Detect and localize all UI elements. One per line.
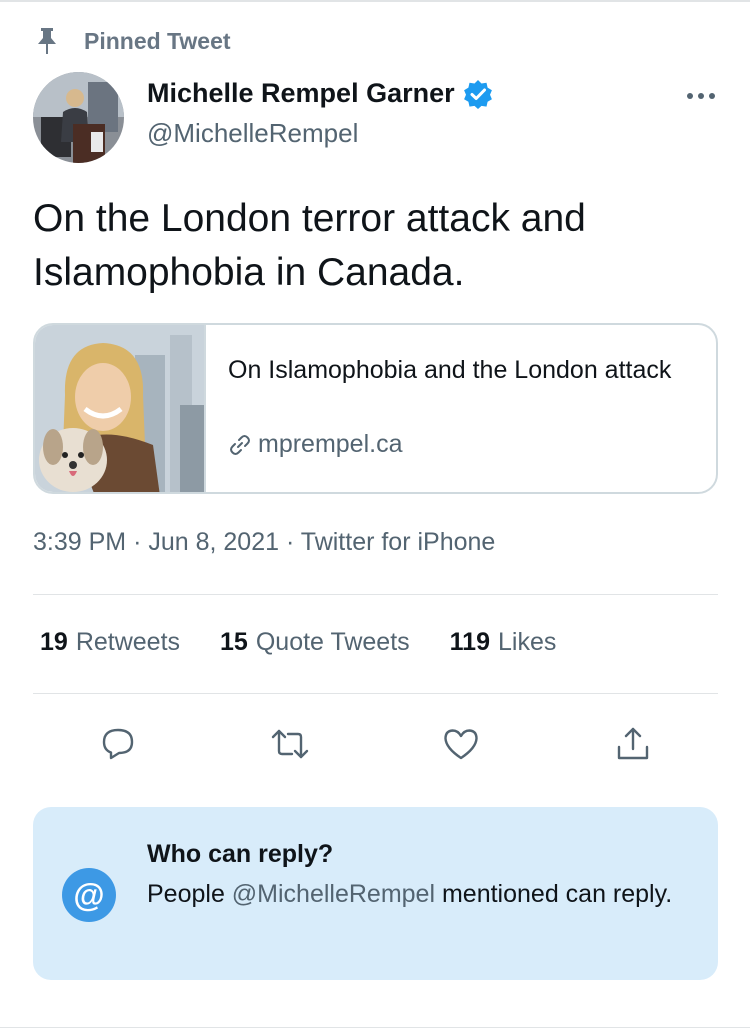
author-name[interactable]: Michelle Rempel Garner bbox=[147, 78, 493, 109]
link-card-image bbox=[35, 325, 204, 492]
reply-icon[interactable] bbox=[98, 724, 138, 764]
reply-body-prefix: People bbox=[147, 880, 232, 908]
quote-tweets-count: 15 bbox=[220, 628, 248, 656]
retweets-stat[interactable]: 19 Retweets bbox=[40, 628, 180, 657]
likes-label: Likes bbox=[497, 628, 557, 656]
tweet-source[interactable]: Twitter for iPhone bbox=[301, 528, 496, 556]
meta-separator: · bbox=[285, 528, 301, 556]
tweet-text: On the London terror attack and Islamoph… bbox=[33, 197, 586, 294]
divider bbox=[33, 594, 718, 595]
divider bbox=[33, 693, 718, 694]
tweet-meta: 3:39 PM · Jun 8, 2021 · Twitter for iPho… bbox=[33, 528, 495, 557]
retweet-icon[interactable] bbox=[270, 724, 310, 764]
at-icon: @ bbox=[62, 868, 116, 922]
top-divider bbox=[0, 0, 750, 2]
meta-separator: · bbox=[133, 528, 149, 556]
bottom-divider bbox=[0, 1027, 750, 1028]
pin-icon bbox=[34, 26, 60, 56]
link-icon bbox=[228, 433, 252, 457]
share-icon[interactable] bbox=[613, 724, 653, 764]
quote-tweets-label: Quote Tweets bbox=[255, 628, 410, 656]
quote-tweets-stat[interactable]: 15 Quote Tweets bbox=[220, 628, 410, 657]
who-can-reply-body: People @MichelleRempel mentioned can rep… bbox=[147, 875, 697, 913]
who-can-reply-box: @ Who can reply? People @MichelleRempel … bbox=[33, 807, 718, 980]
link-card-domain: mprempel.ca bbox=[228, 430, 403, 459]
retweets-count: 19 bbox=[40, 628, 68, 656]
link-card-domain-text: mprempel.ca bbox=[258, 430, 403, 458]
reply-body-suffix: mentioned can reply. bbox=[435, 880, 673, 908]
pinned-label: Pinned Tweet bbox=[84, 27, 231, 54]
tweet-time[interactable]: 3:39 PM bbox=[33, 528, 126, 556]
reply-mention-link[interactable]: @MichelleRempel bbox=[232, 880, 435, 908]
more-options-icon[interactable] bbox=[684, 86, 718, 106]
like-icon[interactable] bbox=[441, 724, 481, 764]
engagement-stats: 19 Retweets 15 Quote Tweets 119 Likes bbox=[40, 628, 556, 657]
author-handle[interactable]: @MichelleRempel bbox=[147, 118, 358, 149]
verified-badge-icon bbox=[463, 79, 493, 109]
avatar[interactable] bbox=[33, 72, 124, 163]
tweet-date[interactable]: Jun 8, 2021 bbox=[148, 528, 279, 556]
link-card[interactable]: On Islamophobia and the London attack mp… bbox=[33, 323, 718, 494]
retweets-label: Retweets bbox=[75, 628, 181, 656]
likes-stat[interactable]: 119 Likes bbox=[450, 628, 557, 657]
likes-count: 119 bbox=[449, 628, 490, 656]
link-card-divider bbox=[204, 325, 206, 492]
author-name-text: Michelle Rempel Garner bbox=[147, 78, 455, 108]
link-card-title: On Islamophobia and the London attack bbox=[228, 356, 672, 384]
who-can-reply-title: Who can reply? bbox=[147, 840, 334, 868]
pinned-indicator: Pinned Tweet bbox=[34, 26, 231, 56]
